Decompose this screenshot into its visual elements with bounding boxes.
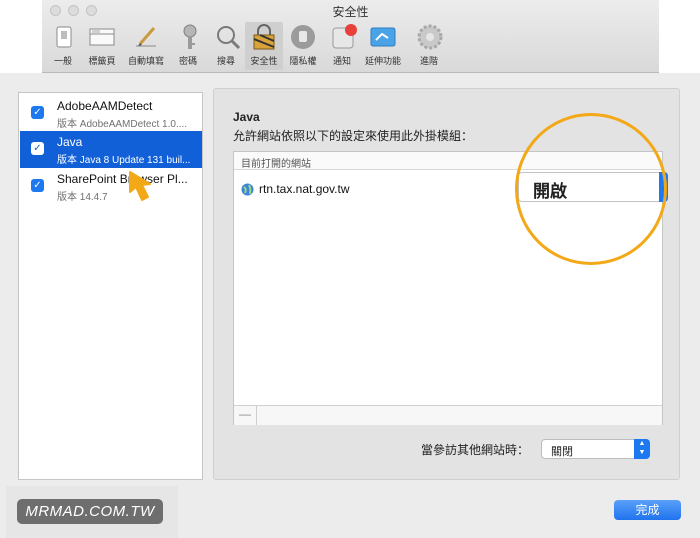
tab-label: 通知	[332, 56, 351, 66]
highlight-circle	[515, 113, 667, 265]
table-footer: —	[234, 405, 662, 425]
plugin-version: 版本 Java 8 Update 131 buil...	[57, 155, 191, 166]
watermark-logo: MRMAD.COM.TW	[17, 499, 163, 524]
pointer-arrow-icon	[128, 170, 168, 211]
tab-tabs[interactable]: 標籤頁	[83, 22, 121, 70]
tabs-icon	[86, 22, 118, 52]
tab-search[interactable]: 搜尋	[212, 22, 241, 70]
tab-label: 安全性	[250, 56, 278, 66]
tab-autofill[interactable]: 自動填寫	[124, 22, 168, 70]
other-sites-value: 關閉	[551, 446, 573, 458]
checkbox-checked-icon[interactable]: ✓	[31, 142, 44, 155]
plugin-name: Java	[57, 135, 83, 149]
tab-security[interactable]: 安全性	[245, 22, 283, 70]
done-button[interactable]: 完成	[614, 500, 681, 520]
tab-label: 隱私權	[289, 56, 317, 66]
tab-label: 搜尋	[216, 56, 235, 66]
tab-label: 自動填寫	[127, 56, 164, 66]
plugin-title: Java	[233, 110, 260, 124]
plugin-list: ✓ AdobeAAMDetect 版本 AdobeAAMDetect 1.0..…	[18, 92, 203, 480]
site-domain: rtn.tax.nat.gov.tw	[259, 182, 350, 196]
plugin-version: 版本 AdobeAAMDetect 1.0....	[57, 119, 188, 130]
tab-label: 標籤頁	[88, 56, 116, 66]
window-title: 安全性	[332, 5, 369, 19]
tab-passwords[interactable]: 密碼	[174, 22, 202, 70]
tab-extensions[interactable]: 延伸功能	[359, 22, 407, 70]
globe-icon	[241, 183, 254, 201]
tab-label: 一般	[53, 56, 72, 66]
lock-icon	[248, 22, 280, 52]
checkbox-checked-icon[interactable]: ✓	[31, 106, 44, 119]
plugin-description: 允許網站依照以下的設定來使用此外掛模組：	[233, 129, 474, 143]
puzzle-icon	[367, 22, 399, 52]
tab-label: 延伸功能	[364, 56, 401, 66]
column-header-label: 目前打開的網站	[241, 159, 311, 170]
pencil-icon	[130, 22, 162, 52]
chevron-updown-icon: ▲ ▼	[634, 439, 650, 459]
other-sites-select[interactable]: 關閉 ▲ ▼	[541, 439, 650, 459]
other-sites-label: 當參訪其他網站時：	[421, 443, 530, 457]
tab-label: 密碼	[178, 56, 197, 66]
tab-label: 進階	[419, 56, 438, 66]
key-icon	[174, 22, 206, 52]
magnifier-icon	[212, 22, 244, 52]
remove-site-button[interactable]: —	[234, 406, 257, 425]
plugin-item[interactable]: ✓ SharePoint Browser Pl... 版本 14.4.7	[20, 168, 202, 205]
checkbox-checked-icon[interactable]: ✓	[31, 179, 44, 192]
plugin-item[interactable]: ✓ AdobeAAMDetect 版本 AdobeAAMDetect 1.0..…	[20, 95, 202, 132]
tab-notifications[interactable]: 通知	[328, 22, 357, 70]
tab-advanced[interactable]: 進階	[414, 22, 444, 70]
plugin-name: AdobeAAMDetect	[57, 99, 153, 113]
window-toolbar: 安全性 一般 標籤頁 自動填寫 密碼 搜尋 安全性 隱私權 通知 延伸功能 進階	[42, 0, 659, 73]
plugin-name: SharePoint Browser Pl...	[57, 172, 188, 186]
tab-general[interactable]: 一般	[48, 22, 78, 70]
tab-privacy[interactable]: 隱私權	[286, 22, 320, 70]
notification-icon	[328, 22, 360, 52]
switch-icon	[48, 22, 80, 52]
gear-icon	[414, 22, 446, 52]
hand-icon	[287, 22, 319, 52]
plugin-item-selected[interactable]: ✓ Java 版本 Java 8 Update 131 buil...	[20, 131, 202, 168]
